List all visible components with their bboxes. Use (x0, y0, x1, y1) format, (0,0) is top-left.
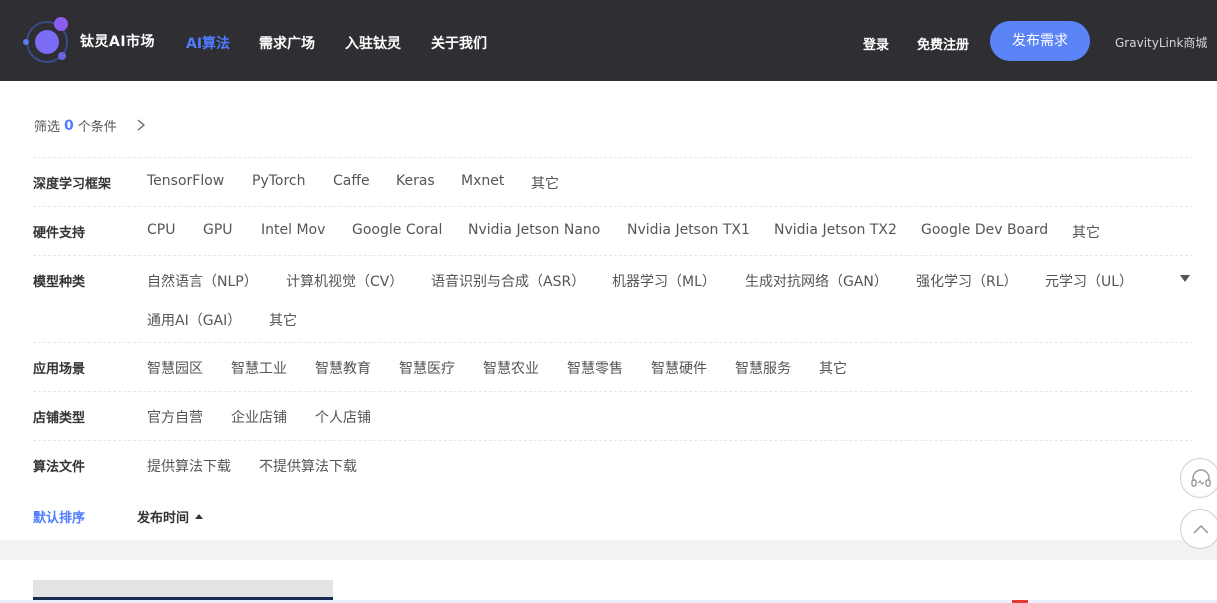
sort-default-button[interactable]: 默认排序 (33, 507, 85, 526)
option-hardware[interactable]: Nvidia Jetson TX2 (774, 222, 897, 238)
option-framework[interactable]: Mxnet (461, 173, 504, 189)
divider (33, 255, 1193, 256)
option-hardware[interactable]: GPU (203, 222, 233, 238)
option-model-type[interactable]: 其它 (269, 310, 297, 330)
sort-by-time-button[interactable]: 发布时间 (137, 507, 204, 526)
filter-label-framework: 深度学习框架 (33, 177, 112, 192)
filter-count: 0 (64, 117, 74, 134)
option-hardware[interactable]: CPU (147, 222, 175, 238)
filter-label-store-type: 店铺类型 (33, 411, 86, 426)
filter-label-algorithm-file: 算法文件 (33, 460, 86, 475)
option-store-type[interactable]: 个人店铺 (315, 407, 371, 427)
divider (33, 440, 1193, 441)
divider (33, 206, 1193, 207)
login-link[interactable]: 登录 (863, 34, 889, 53)
nav-ai-algorithm[interactable]: AI算法 (186, 33, 230, 53)
register-link[interactable]: 免费注册 (917, 34, 969, 53)
section-separator (0, 540, 1217, 560)
option-model-type[interactable]: 语音识别与合成（ASR） (431, 271, 585, 291)
customer-support-button[interactable] (1180, 458, 1217, 498)
sort-time-label: 发布时间 (137, 511, 190, 526)
divider (33, 391, 1193, 392)
publish-demand-button[interactable]: 发布需求 (990, 21, 1090, 61)
option-framework[interactable]: TensorFlow (147, 173, 224, 189)
option-framework[interactable]: PyTorch (252, 173, 305, 189)
option-scenario[interactable]: 智慧硬件 (651, 358, 707, 378)
option-model-type[interactable]: 元学习（UL） (1045, 271, 1133, 291)
filter-label-hardware: 硬件支持 (33, 226, 86, 241)
chevron-right-icon[interactable] (136, 119, 146, 131)
option-framework[interactable]: Keras (396, 173, 435, 189)
top-nav-bar: 钛灵AI市场 AI算法 需求广场 入驻钛灵 关于我们 登录 免费注册 发布需求 … (0, 0, 1217, 81)
back-to-top-button[interactable] (1180, 509, 1217, 549)
filter-summary[interactable]: 筛选 0 个条件 (34, 116, 117, 136)
divider (33, 157, 1193, 158)
option-model-type[interactable]: 机器学习（ML） (612, 271, 716, 291)
option-scenario[interactable]: 智慧工业 (231, 358, 287, 378)
option-scenario[interactable]: 智慧服务 (735, 358, 791, 378)
chevron-up-icon (1193, 524, 1209, 534)
option-framework[interactable]: 其它 (531, 173, 559, 193)
caret-down-icon[interactable] (1180, 275, 1190, 283)
sort-ascending-icon (195, 514, 204, 519)
nav-demand-square[interactable]: 需求广场 (259, 33, 315, 53)
option-scenario[interactable]: 智慧教育 (315, 358, 371, 378)
option-hardware[interactable]: Google Coral (352, 222, 442, 238)
option-model-type[interactable]: 自然语言（NLP） (147, 271, 258, 291)
option-scenario[interactable]: 智慧零售 (567, 358, 623, 378)
brand-name[interactable]: 钛灵AI市场 (80, 31, 155, 51)
option-hardware[interactable]: Google Dev Board (921, 222, 1048, 238)
divider (33, 342, 1193, 343)
option-model-type[interactable]: 强化学习（RL） (916, 271, 1018, 291)
option-model-type[interactable]: 通用AI（GAI） (147, 310, 241, 330)
option-scenario[interactable]: 智慧农业 (483, 358, 539, 378)
shop-link[interactable]: GravityLink商城 (1115, 34, 1207, 51)
option-hardware[interactable]: Nvidia Jetson Nano (468, 222, 600, 238)
option-model-type[interactable]: 计算机视觉（CV） (286, 271, 403, 291)
option-scenario[interactable]: 智慧园区 (147, 358, 203, 378)
nav-about-us[interactable]: 关于我们 (431, 33, 487, 53)
option-scenario[interactable]: 其它 (819, 358, 847, 378)
option-store-type[interactable]: 企业店铺 (231, 407, 287, 427)
filter-label-model-type: 模型种类 (33, 275, 86, 290)
option-algorithm-file[interactable]: 不提供算法下载 (259, 456, 357, 476)
filter-suffix: 个条件 (77, 120, 117, 135)
option-algorithm-file[interactable]: 提供算法下载 (147, 456, 231, 476)
option-hardware[interactable]: 其它 (1072, 222, 1100, 242)
option-scenario[interactable]: 智慧医疗 (399, 358, 455, 378)
headset-icon (1191, 469, 1211, 487)
option-hardware[interactable]: Nvidia Jetson TX1 (627, 222, 750, 238)
logo-icon[interactable] (20, 14, 74, 68)
option-hardware[interactable]: Intel Mov (261, 222, 325, 238)
nav-join[interactable]: 入驻钛灵 (345, 33, 401, 53)
option-store-type[interactable]: 官方自营 (147, 407, 203, 427)
filter-label-scenario: 应用场景 (33, 362, 86, 377)
filter-prefix: 筛选 (34, 120, 61, 135)
option-model-type[interactable]: 生成对抗网络（GAN） (745, 271, 888, 291)
option-framework[interactable]: Caffe (333, 173, 370, 189)
